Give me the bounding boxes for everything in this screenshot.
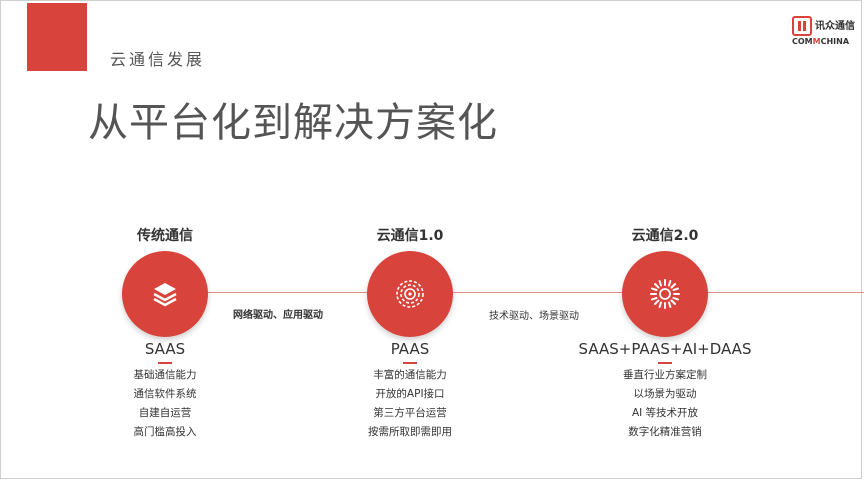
feature-list-cloud-2: 垂直行业方案定制 以场景为驱动 AI 等技术开放 数字化精准营销: [585, 366, 745, 442]
stage-title-cloud-1: 云通信1.0: [376, 228, 444, 244]
list-item: 高门槛高投入: [133, 426, 197, 438]
page-title: 从平台化到解决方案化: [88, 100, 498, 146]
stage-model-combined: SAAS+PAAS+AI+DAAS: [578, 340, 752, 358]
logo-chinese-name: 讯众通信: [815, 21, 855, 32]
list-item: 以场景为驱动: [633, 388, 697, 400]
layers-icon: [153, 283, 177, 307]
spiral-icon: [396, 280, 424, 308]
list-item: 数字化精准营销: [628, 426, 702, 438]
company-logo: 讯众通信 COMMCHINA: [792, 16, 856, 46]
connector-label-1: 网络驱动、应用驱动: [233, 310, 323, 321]
model-underline: [158, 362, 172, 364]
section-label: 云通信发展: [110, 50, 206, 69]
feature-list-traditional: 基础通信能力 通信软件系统 自建自运营 高门槛高投入: [85, 366, 245, 442]
list-item: 第三方平台运营: [373, 407, 447, 419]
stage-circle-traditional: [122, 251, 208, 337]
list-item: 自建自运营: [138, 407, 192, 419]
logo-mark-icon: [792, 16, 812, 36]
list-item: 通信软件系统: [133, 388, 197, 400]
logo-english-name: COMMCHINA: [792, 37, 850, 46]
stage-model-paas: PAAS: [390, 340, 430, 358]
stage-circle-cloud-2: [622, 251, 708, 337]
radial-icon: [650, 279, 680, 309]
list-item: AI 等技术开放: [631, 407, 699, 419]
list-item: 开放的API接口: [375, 388, 445, 400]
feature-list-cloud-1: 丰富的通信能力 开放的API接口 第三方平台运营 按需所取即需即用: [330, 366, 490, 442]
timeline-line: [200, 292, 864, 293]
stage-title-traditional: 传统通信: [137, 228, 193, 244]
stage-title-cloud-2: 云通信2.0: [631, 228, 699, 244]
model-underline: [658, 362, 672, 364]
stage-model-saas: SAAS: [144, 340, 186, 358]
list-item: 按需所取即需即用: [368, 426, 452, 438]
model-underline: [403, 362, 417, 364]
stage-circle-cloud-1: [367, 251, 453, 337]
corner-accent-block: [27, 3, 87, 71]
list-item: 垂直行业方案定制: [623, 369, 707, 381]
list-item: 丰富的通信能力: [373, 369, 447, 381]
list-item: 基础通信能力: [133, 369, 197, 381]
connector-label-2: 技术驱动、场景驱动: [489, 311, 579, 322]
